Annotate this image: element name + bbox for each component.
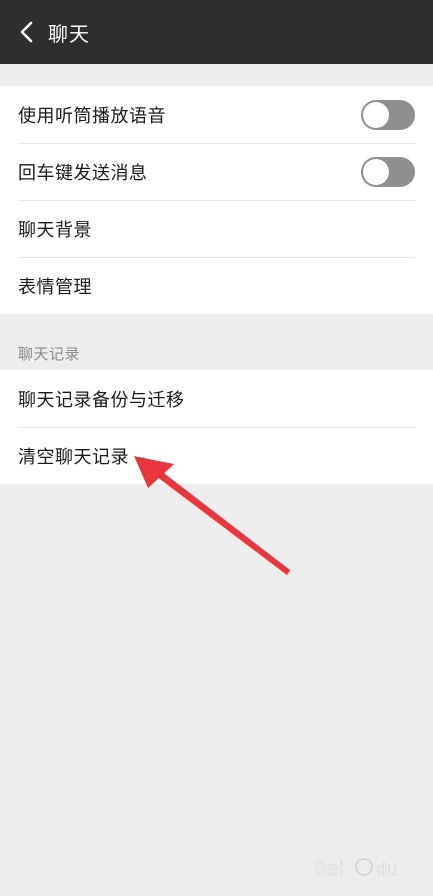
setting-label: 清空聊天记录 — [18, 446, 129, 468]
setting-sticker-management[interactable]: 表情管理 — [0, 257, 433, 314]
svg-text:du: du — [376, 860, 398, 880]
setting-label: 聊天背景 — [18, 219, 92, 241]
setting-label: 使用听筒播放语音 — [18, 105, 166, 127]
setting-label: 聊天记录备份与迁移 — [18, 389, 185, 411]
red-arrow-icon — [134, 456, 290, 575]
section-label-chat-records: 聊天记录 — [18, 345, 81, 363]
toggle-knob — [363, 101, 389, 128]
top-bar: 聊天 — [0, 0, 433, 64]
enter-send-toggle[interactable] — [361, 156, 415, 187]
chevron-left-icon — [20, 21, 33, 43]
receiver-voice-toggle[interactable] — [361, 99, 415, 130]
svg-text:Bai: Bai — [314, 858, 344, 880]
baidu-watermark-icon: Bai du — [314, 858, 398, 881]
settings-group: 使用听筒播放语音 回车键发送消息 聊天背景 表情管理 — [0, 86, 433, 314]
toggle-knob — [363, 158, 389, 185]
chat-records-backup-migrate[interactable]: 聊天记录备份与迁移 — [0, 370, 433, 427]
page-title: 聊天 — [48, 21, 90, 46]
setting-label: 回车键发送消息 — [18, 162, 148, 184]
setting-enter-send[interactable]: 回车键发送消息 — [0, 143, 433, 200]
setting-receiver-voice[interactable]: 使用听筒播放语音 — [0, 86, 433, 143]
setting-chat-background[interactable]: 聊天背景 — [0, 200, 433, 257]
setting-label: 表情管理 — [18, 276, 92, 298]
back-button[interactable] — [12, 17, 42, 47]
